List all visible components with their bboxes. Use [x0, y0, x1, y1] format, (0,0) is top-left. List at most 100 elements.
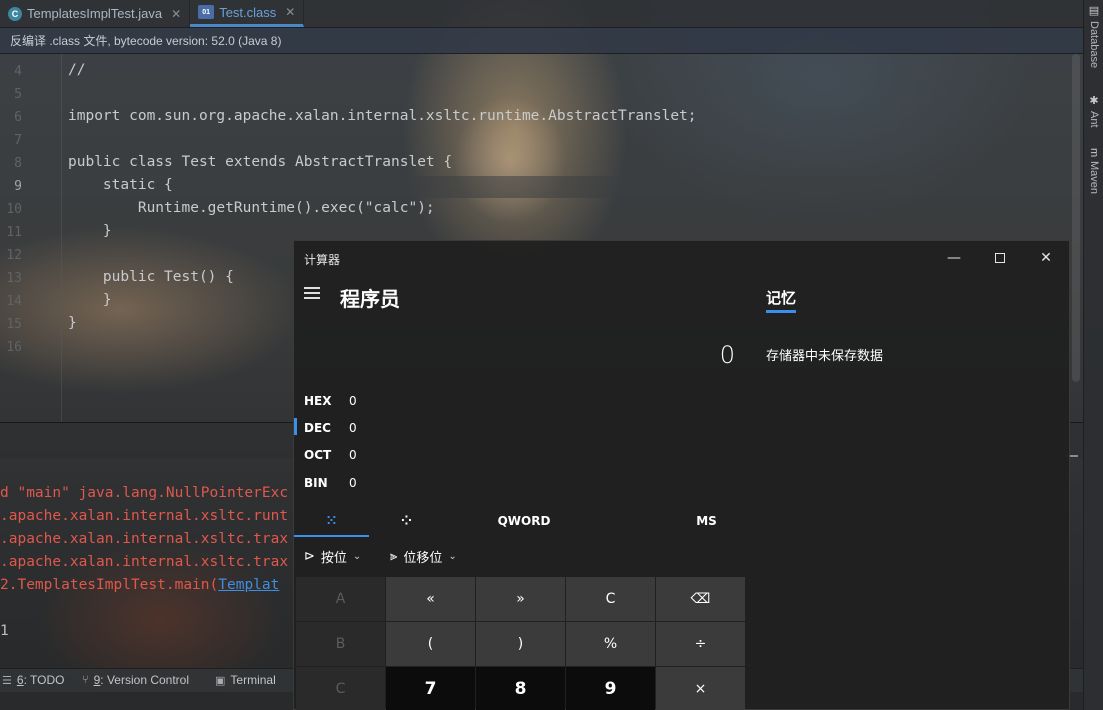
line-number-gutter: 4 5 6 7 8 9 10 11 12 13 14 15 16: [0, 54, 62, 422]
key-rshift[interactable]: »: [476, 577, 565, 621]
tool-maven[interactable]: m Maven: [1086, 148, 1102, 194]
code-line[interactable]: public class Test extends AbstractTransl…: [68, 154, 452, 170]
line-number: 5: [14, 87, 22, 102]
calculator-display: 0: [719, 341, 735, 369]
tab-label: Test.class: [219, 4, 277, 20]
maximize-button[interactable]: [977, 241, 1023, 275]
key-b[interactable]: B: [296, 622, 385, 666]
tool-database[interactable]: ▤ Database: [1086, 4, 1102, 68]
java-class-icon: C: [8, 6, 22, 21]
console-line: .apache.xalan.internal.xsltc.trax: [0, 554, 289, 570]
window-title: 计算器: [304, 253, 341, 267]
bitwise-dropdown[interactable]: ⊳ 按位 ⌄: [304, 547, 361, 566]
base-oct[interactable]: OCT 0: [304, 448, 357, 462]
calculator-window: 计算器 — ✕ 程序员 0 HEX 0 DEC 0 OCT 0 BIN 0 ⁙ ⁘ QW…: [293, 240, 1070, 710]
chevron-down-icon: ⌄: [352, 551, 362, 562]
full-keypad-tab[interactable]: ⁙: [294, 505, 369, 537]
console-line: .apache.xalan.internal.xsltc.trax: [0, 531, 289, 547]
word-size-button[interactable]: QWORD: [484, 505, 564, 537]
tool-version-control[interactable]: ⑂ 9: Version Control: [82, 673, 189, 687]
bit-keypad-icon: ⁘: [401, 513, 412, 529]
tab-test-class[interactable]: 01 Test.class ✕: [190, 0, 305, 27]
memory-tab[interactable]: 记忆: [766, 287, 796, 308]
todo-icon: ☰: [2, 674, 12, 687]
key-8[interactable]: 8: [476, 667, 565, 710]
hamburger-menu-icon[interactable]: [304, 287, 320, 299]
key-open-paren[interactable]: (: [386, 622, 475, 666]
console-line: 1: [0, 623, 9, 639]
stacktrace-link[interactable]: Templat: [218, 577, 279, 593]
decompiled-notice: 反编译 .class 文件, bytecode version: 52.0 (J…: [0, 28, 1083, 54]
bitshift-icon: ⫸: [390, 549, 398, 564]
keypad-icon: ⁙: [326, 513, 337, 529]
tab-templatesimpltest[interactable]: C TemplatesImplTest.java ✕: [0, 0, 191, 27]
base-hex[interactable]: HEX 0: [304, 394, 357, 408]
code-line[interactable]: Runtime.getRuntime().exec("calc");: [68, 200, 435, 216]
code-line[interactable]: import com.sun.org.apache.xalan.internal…: [68, 108, 697, 124]
line-number: 6: [14, 110, 22, 125]
tool-ant[interactable]: ✱ Ant: [1086, 94, 1102, 128]
backspace-icon: ⌫: [690, 591, 711, 607]
terminal-icon: ▣: [215, 674, 226, 687]
line-number: 14: [6, 294, 22, 309]
key-a[interactable]: A: [296, 577, 385, 621]
console-line: .apache.xalan.internal.xsltc.runt: [0, 508, 289, 524]
calculator-titlebar[interactable]: 计算器 — ✕: [294, 241, 1069, 275]
class-file-icon: 01: [198, 5, 215, 19]
database-icon: ▤: [1087, 4, 1100, 17]
close-icon[interactable]: ✕: [171, 7, 181, 21]
close-icon[interactable]: ✕: [285, 5, 295, 19]
line-number: 16: [6, 340, 22, 355]
code-line[interactable]: static {: [68, 177, 173, 193]
key-close-paren[interactable]: ): [476, 622, 565, 666]
key-7[interactable]: 7: [386, 667, 475, 710]
key-clear[interactable]: C: [566, 577, 655, 621]
line-number: 7: [14, 133, 22, 148]
line-number: 8: [14, 156, 22, 171]
code-line[interactable]: //: [68, 62, 85, 78]
calculator-mode-title: 程序员: [340, 287, 400, 311]
memory-store-button[interactable]: MS: [674, 505, 739, 537]
version-control-icon: ⑂: [82, 674, 89, 686]
code-line[interactable]: }: [68, 223, 112, 239]
chevron-down-icon: ⌄: [448, 551, 457, 562]
active-tab-underline: [294, 535, 369, 537]
bit-toggle-keypad-tab[interactable]: ⁘: [369, 505, 444, 537]
line-number: 9: [14, 179, 22, 194]
tool-todo[interactable]: ☰ 6: TODO: [2, 673, 64, 687]
close-icon: ✕: [1040, 250, 1052, 266]
line-number: 15: [6, 317, 22, 332]
code-line[interactable]: }: [68, 292, 112, 308]
code-line[interactable]: }: [68, 315, 77, 331]
key-c[interactable]: C: [296, 667, 385, 710]
key-lshift[interactable]: «: [386, 577, 475, 621]
memory-empty-message: 存储器中未保存数据: [766, 349, 884, 364]
ant-icon: ✱: [1087, 94, 1100, 107]
base-bin[interactable]: BIN 0: [304, 476, 357, 490]
maximize-icon: [995, 253, 1005, 263]
line-number: 4: [14, 64, 22, 79]
editor-scrollbar[interactable]: [1072, 54, 1080, 382]
line-number: 10: [6, 202, 22, 217]
logic-gate-icon: ⊳: [304, 549, 315, 564]
close-button[interactable]: ✕: [1023, 241, 1069, 275]
line-number: 12: [6, 248, 22, 263]
console-line: d "main" java.lang.NullPointerExc: [0, 485, 289, 501]
base-dec[interactable]: DEC 0: [304, 421, 357, 435]
key-divide[interactable]: ÷: [656, 622, 745, 666]
operations-row: ⊳ 按位 ⌄ ⫸ 位移位 ⌄: [294, 539, 746, 575]
key-backspace[interactable]: ⌫: [656, 577, 745, 621]
key-percent[interactable]: %: [566, 622, 655, 666]
minimize-icon: —: [947, 250, 961, 266]
minimize-button[interactable]: —: [931, 241, 977, 275]
line-number: 13: [6, 271, 22, 286]
key-9[interactable]: 9: [566, 667, 655, 710]
tab-label: TemplatesImplTest.java: [27, 6, 163, 21]
editor-tab-bar: C TemplatesImplTest.java ✕ 01 Test.class…: [0, 0, 1083, 28]
code-line[interactable]: public Test() {: [68, 269, 234, 285]
maven-icon: m: [1088, 148, 1100, 158]
key-multiply[interactable]: ×: [656, 667, 745, 710]
selected-base-indicator: [294, 418, 297, 435]
bitshift-dropdown[interactable]: ⫸ 位移位 ⌄: [390, 547, 457, 566]
tool-terminal[interactable]: ▣ Terminal: [215, 673, 276, 687]
